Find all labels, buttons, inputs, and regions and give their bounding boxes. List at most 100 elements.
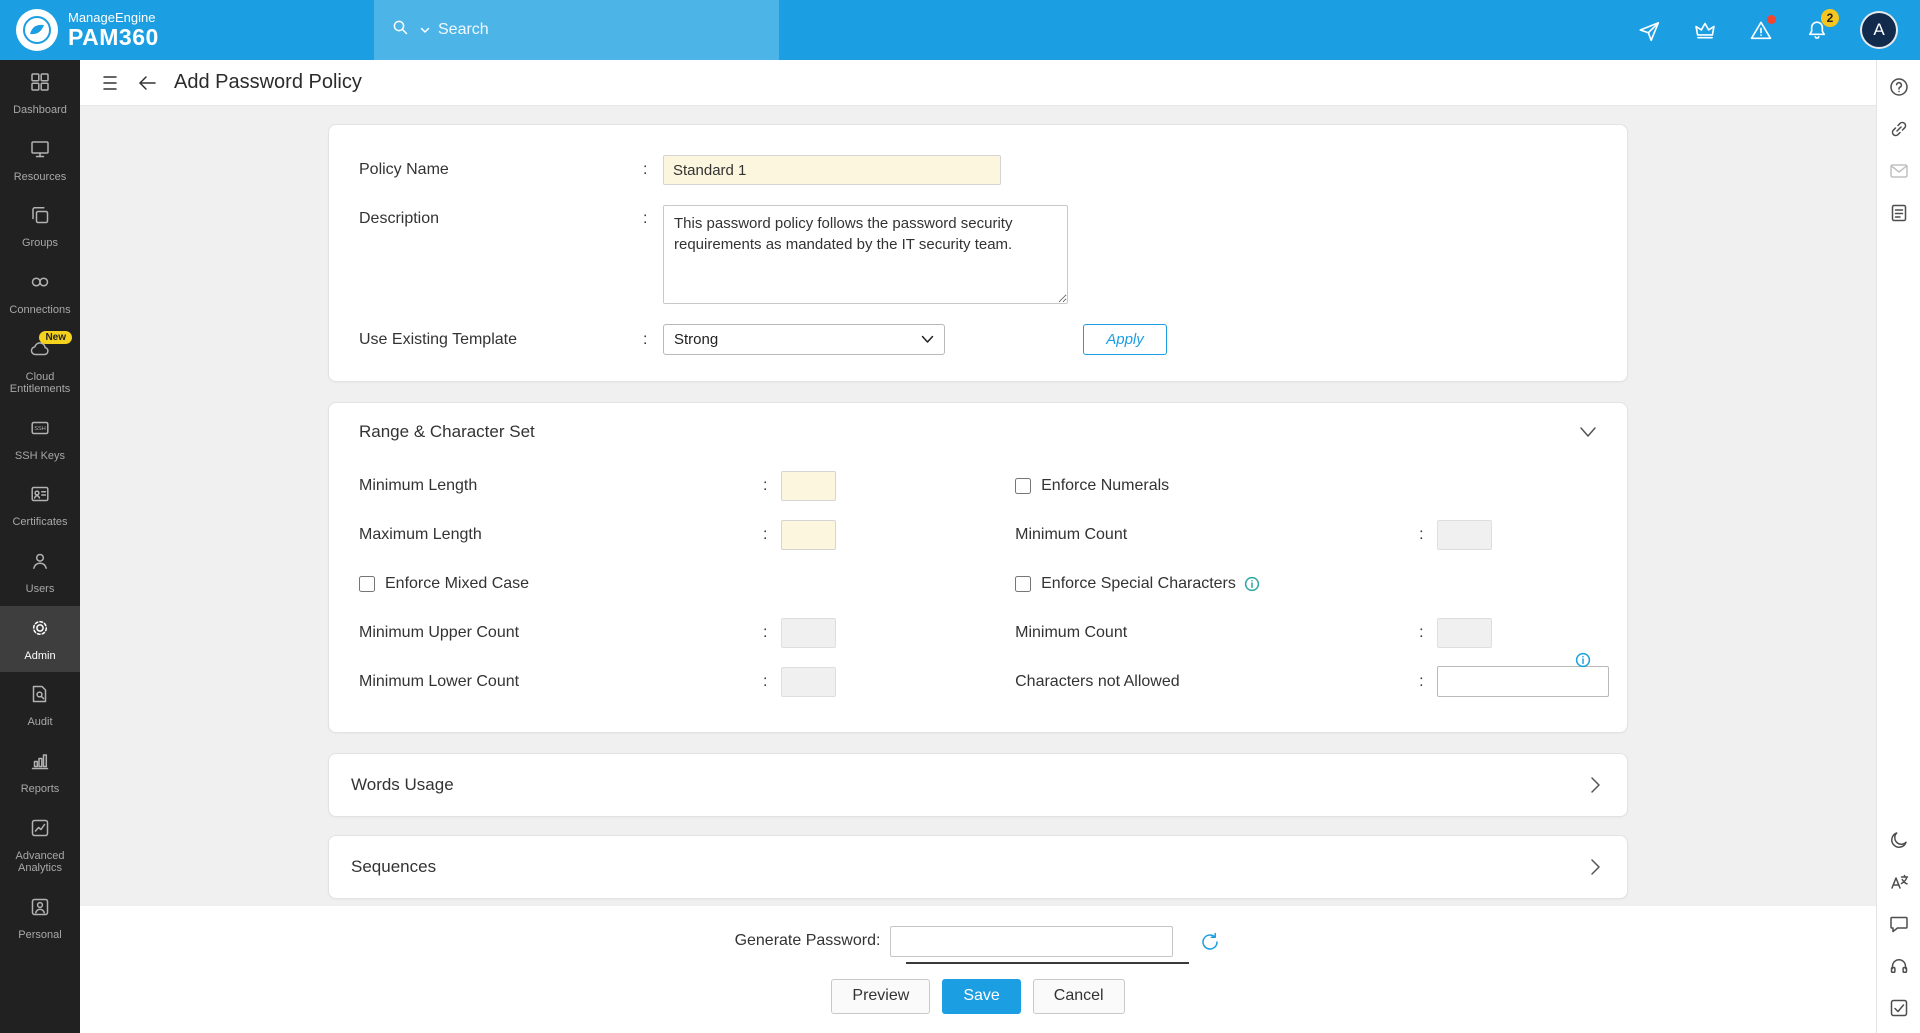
page-header: Add Password Policy (80, 60, 1876, 106)
generate-password-icon[interactable] (1199, 926, 1221, 958)
colon-separator: : (643, 205, 663, 304)
words-usage-card[interactable]: Words Usage (328, 753, 1628, 817)
enforce-special-characters-label: Enforce Special Characters (1041, 575, 1236, 593)
generate-password-input[interactable] (890, 926, 1173, 957)
minimum-lower-count-input[interactable] (781, 667, 836, 697)
colon-separator: : (763, 673, 781, 691)
footer-bar: Generate Password: Preview Save Cancel (80, 906, 1876, 1033)
sidebar-item-reports[interactable]: Reports (0, 739, 80, 806)
sidebar-item-groups[interactable]: Groups (0, 193, 80, 260)
brand[interactable]: ManageEngine PAM360 (0, 9, 374, 51)
cancel-button[interactable]: Cancel (1033, 979, 1125, 1014)
sequences-card[interactable]: Sequences (328, 835, 1628, 899)
sidebar-label: SSH Keys (3, 450, 77, 463)
special-min-count-input[interactable] (1437, 618, 1492, 648)
search-input[interactable] (438, 21, 718, 39)
sidebar-item-resources[interactable]: Resources (0, 127, 80, 194)
sidebar-label: Dashboard (3, 104, 77, 117)
link-icon[interactable] (1888, 118, 1910, 140)
policy-basic-card: Policy Name : Description : This passwor… (328, 124, 1628, 382)
main-content: Add Password Policy Policy Name : Descri… (80, 60, 1876, 1033)
notifications-bell-icon[interactable]: 2 (1804, 17, 1830, 43)
user-avatar[interactable]: A (1860, 11, 1898, 49)
colon-separator: : (1419, 526, 1437, 544)
password-strength-bar (906, 962, 1189, 964)
global-search[interactable] (374, 0, 779, 60)
colon-separator: : (1419, 673, 1437, 691)
apply-button[interactable]: Apply (1083, 324, 1167, 355)
feedback-chat-icon[interactable] (1888, 913, 1910, 935)
help-icon[interactable] (1888, 76, 1910, 98)
colon-separator: : (1419, 624, 1437, 642)
sidebar-item-audit[interactable]: Audit (0, 672, 80, 739)
enforce-numerals-checkbox[interactable] (1015, 478, 1031, 494)
enforce-mixed-case-label: Enforce Mixed Case (385, 575, 529, 593)
audit-icon (29, 683, 51, 710)
sequences-title: Sequences (351, 857, 436, 877)
chevron-right-icon (1590, 858, 1601, 876)
dashboard-icon (29, 71, 51, 98)
back-arrow-icon[interactable] (136, 73, 158, 93)
save-button[interactable]: Save (942, 979, 1020, 1014)
search-scope-caret-icon[interactable] (420, 21, 430, 39)
description-textarea[interactable]: This password policy follows the passwor… (663, 205, 1068, 304)
users-icon (29, 550, 51, 577)
preview-button[interactable]: Preview (831, 979, 930, 1014)
minimum-upper-count-input[interactable] (781, 618, 836, 648)
sidebar-item-personal[interactable]: Personal (0, 885, 80, 952)
tasks-checklist-icon[interactable] (1888, 997, 1910, 1019)
special-characters-info-icon[interactable] (1244, 576, 1260, 592)
chevron-down-icon (921, 335, 934, 344)
brand-pam360: PAM360 (68, 25, 159, 49)
reports-icon (29, 750, 51, 777)
numerals-min-count-label: Minimum Count (1015, 526, 1419, 544)
enforce-mixed-case-checkbox[interactable] (359, 576, 375, 592)
sidebar-label: Cloud Entitlements (3, 371, 77, 396)
whats-new-icon[interactable] (1636, 17, 1662, 43)
admin-gear-icon (29, 617, 51, 644)
colon-separator: : (643, 331, 663, 349)
generate-password-label: Generate Password: (735, 926, 881, 950)
translate-icon[interactable] (1888, 871, 1910, 893)
sidebar-label: Advanced Analytics (3, 850, 77, 875)
alert-dot (1767, 15, 1776, 24)
range-charset-header[interactable]: Range & Character Set (359, 403, 1597, 461)
sidebar-item-ssh-keys[interactable]: SSH SSH Keys (0, 406, 80, 473)
sidebar-item-advanced-analytics[interactable]: Advanced Analytics (0, 806, 80, 885)
sidebar-label: Personal (3, 929, 77, 942)
resource-notes-icon[interactable] (1888, 202, 1910, 224)
enforce-numerals-label: Enforce Numerals (1041, 477, 1169, 495)
template-select[interactable]: Strong (663, 324, 945, 355)
connections-icon (29, 271, 51, 298)
ssh-keys-icon: SSH (29, 417, 51, 444)
chevron-right-icon (1590, 776, 1601, 794)
sidebar-item-certificates[interactable]: Certificates (0, 472, 80, 539)
colon-separator: : (643, 161, 663, 179)
policy-name-input[interactable] (663, 155, 1001, 185)
support-headset-icon[interactable] (1888, 955, 1910, 977)
sidebar-item-admin[interactable]: Admin (0, 606, 80, 673)
dark-mode-moon-icon[interactable] (1888, 829, 1910, 851)
manageengine-logo (16, 9, 58, 51)
description-label: Description (359, 205, 643, 304)
sidebar-item-connections[interactable]: Connections (0, 260, 80, 327)
license-crown-icon[interactable] (1692, 17, 1718, 43)
range-charset-card: Range & Character Set Minimum Length : E… (328, 402, 1628, 733)
maximum-length-input[interactable] (781, 520, 836, 550)
numerals-min-count-input[interactable] (1437, 520, 1492, 550)
enforce-special-characters-checkbox[interactable] (1015, 576, 1031, 592)
sidebar-item-dashboard[interactable]: Dashboard (0, 60, 80, 127)
sidebar-item-cloud-entitlements[interactable]: New Cloud Entitlements (0, 327, 80, 406)
alerts-icon[interactable] (1748, 17, 1774, 43)
minimum-lower-count-label: Minimum Lower Count (359, 673, 763, 691)
sidebar-label: Groups (3, 237, 77, 250)
characters-not-allowed-info-icon[interactable] (1575, 652, 1591, 673)
characters-not-allowed-label: Characters not Allowed (1015, 673, 1419, 691)
sidebar-item-users[interactable]: Users (0, 539, 80, 606)
menu-toggle-icon[interactable] (102, 74, 124, 92)
mail-icon[interactable] (1888, 160, 1910, 182)
chevron-down-icon[interactable] (1579, 426, 1597, 438)
app-window: ManageEngine PAM360 (0, 0, 1920, 1033)
minimum-length-input[interactable] (781, 471, 836, 501)
search-icon (390, 17, 412, 44)
